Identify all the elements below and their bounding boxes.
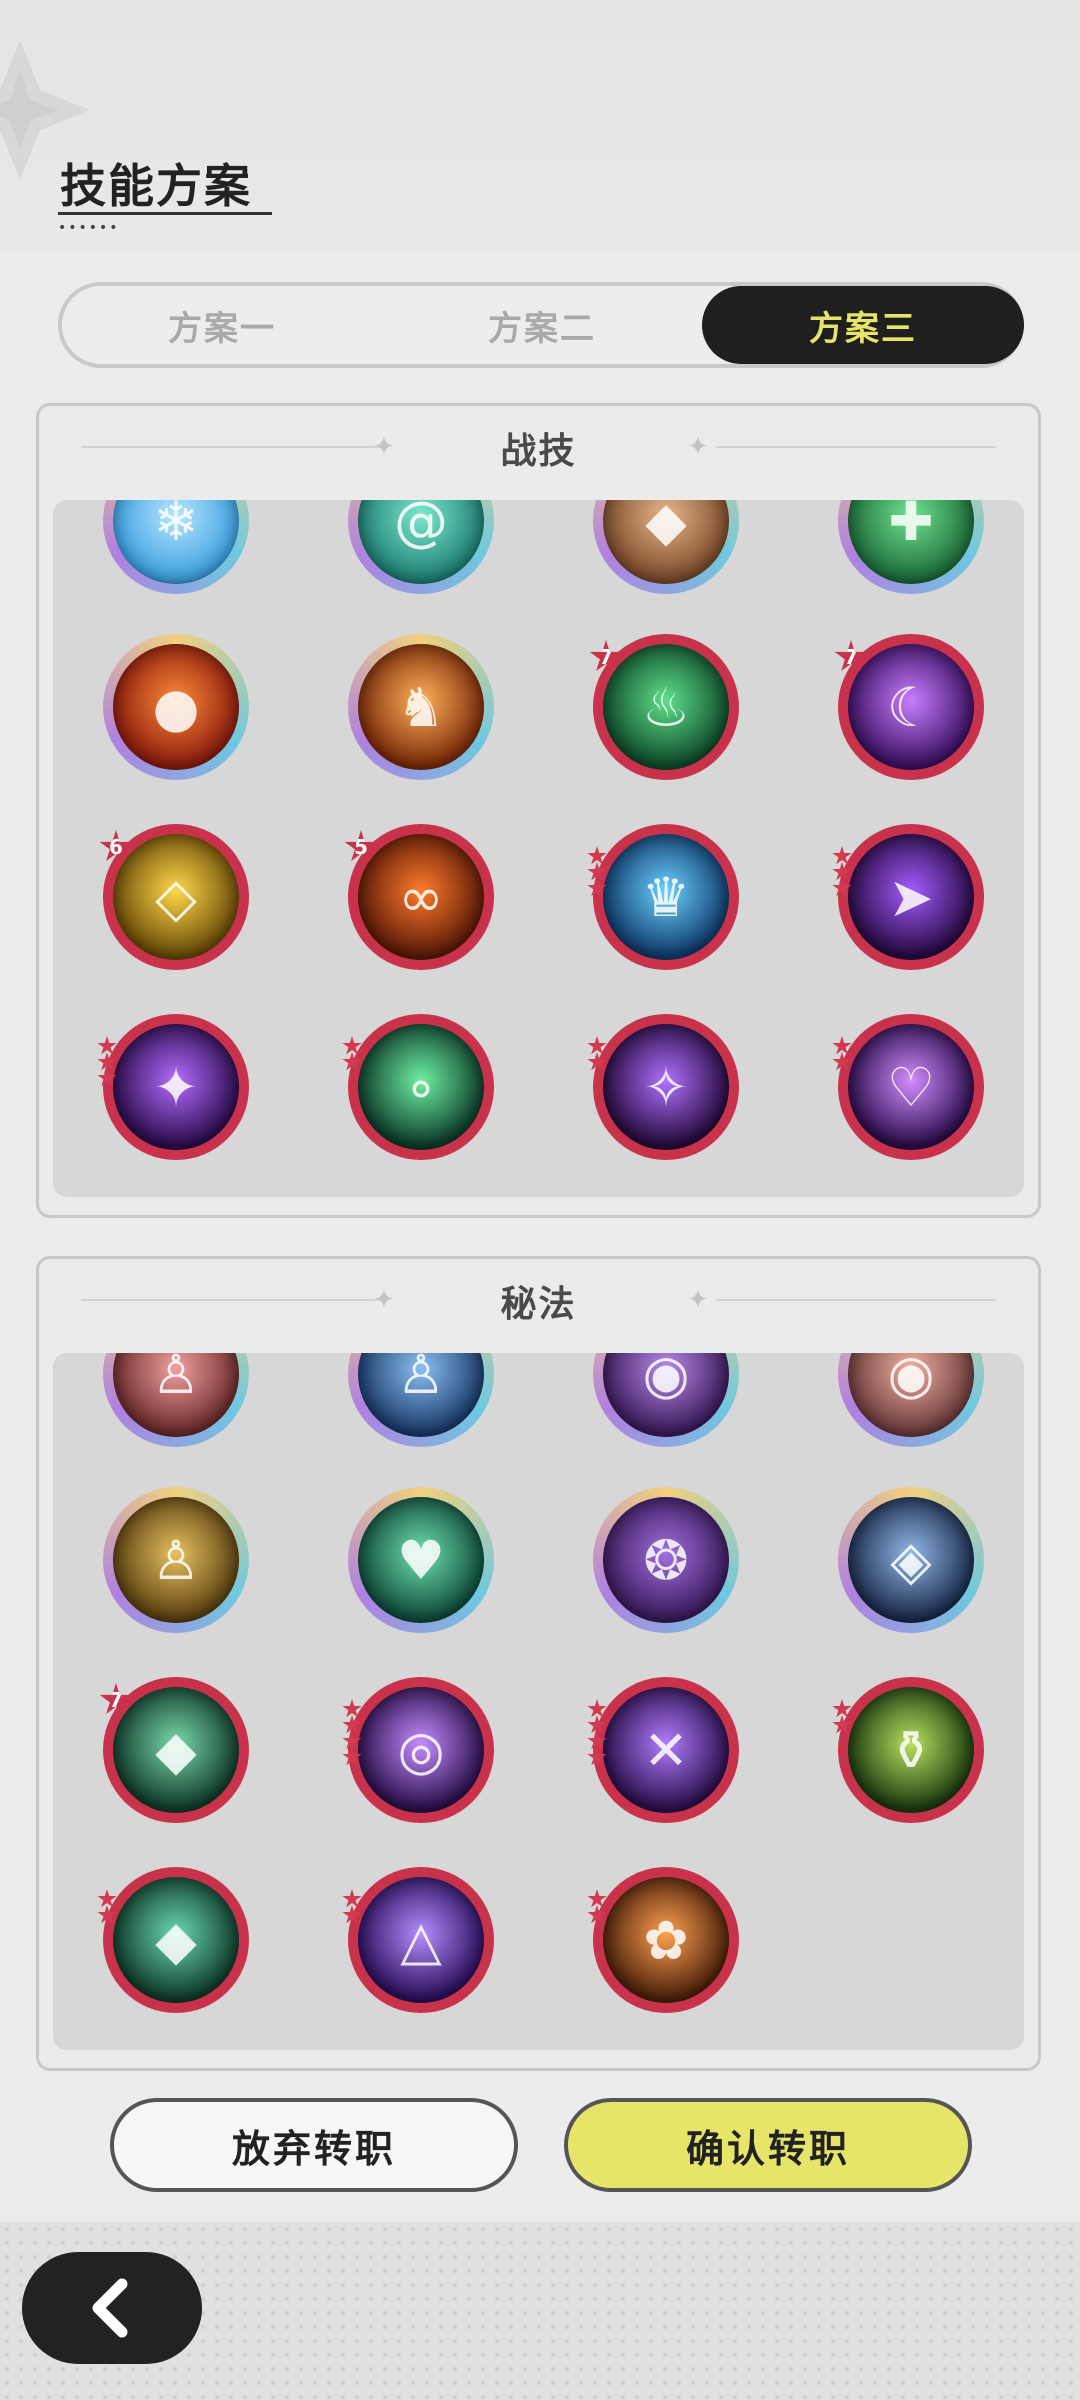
- title-underline: [58, 212, 272, 215]
- combat-skill-slot[interactable]: ♨ 7: [589, 634, 739, 780]
- star-rank: [587, 1889, 609, 1924]
- shadow-slash-icon: ➤: [888, 865, 934, 929]
- combat-skill-slot[interactable]: ✦: [97, 1014, 249, 1160]
- star-rank: [587, 846, 609, 897]
- star-rank: [832, 1699, 854, 1734]
- secret-skill-slot[interactable]: ◆ 7: [99, 1677, 249, 1823]
- gold-pray-icon: ♙: [151, 1528, 201, 1592]
- secret-skill-slot[interactable]: ◎: [342, 1677, 494, 1823]
- star-rank: [832, 846, 854, 897]
- star-rank: [342, 1889, 364, 1924]
- combat-skill-slot[interactable]: ♞: [348, 634, 494, 780]
- abandon-job-change-button[interactable]: 放弃转职: [110, 2098, 518, 2192]
- blue-gem-icon: ◈: [890, 1528, 932, 1592]
- secret-skill-slot[interactable]: ✿: [587, 1867, 739, 2013]
- star-rank: [587, 1699, 609, 1766]
- scheme-tabs: 方案一 方案二 方案三: [58, 282, 1024, 368]
- wind-vortex-icon: @: [394, 500, 448, 553]
- purple-blade-icon: ✕: [643, 1718, 689, 1782]
- page-title: 技能方案: [60, 159, 252, 213]
- combat-skills-panel: ✦ 战技 ✦ ❄ @ ◆ ✚ ● ♞ ♨ 7 ☾ 7 ◇ 6 ∞ 5 ♛ ➤ ✦ ∘ ✧ ♡: [36, 403, 1041, 1218]
- sparkle-icon: ✦: [687, 432, 709, 462]
- combat-skill-grid: ❄ @ ◆ ✚ ● ♞ ♨ 7 ☾ 7 ◇ 6 ∞ 5 ♛ ➤ ✦ ∘ ✧ ♡: [53, 500, 1024, 1197]
- title-dots: ••••••: [58, 220, 120, 236]
- secret-skill-slot[interactable]: △: [342, 1867, 494, 2013]
- combat-skill-slot[interactable]: ◆: [593, 500, 739, 594]
- secret-skill-slot[interactable]: ♙: [103, 1353, 249, 1447]
- panel-header: ✦ 战技 ✦: [39, 406, 1038, 492]
- secret-skills-panel: ✦ 秘法 ✦ ♙ ♙ ◉ ◉ ♙ ♥ ❂ ◈ ◆ 7 ◎ ✕ ⚱ ◆ △ ✿: [36, 1256, 1041, 2071]
- combat-skill-slot[interactable]: ∞ 5: [344, 824, 494, 970]
- divider-line: [716, 1299, 996, 1301]
- divider-line: [716, 446, 996, 448]
- secret-skill-slot[interactable]: ◉: [838, 1353, 984, 1447]
- green-heart-icon: ♥: [396, 1528, 446, 1592]
- combat-skill-slot[interactable]: ✚: [838, 500, 984, 594]
- secret-skill-slot[interactable]: ◆: [97, 1867, 249, 2013]
- combat-skill-slot[interactable]: ♡: [832, 1014, 984, 1160]
- combat-skill-slot[interactable]: ♛: [587, 824, 739, 970]
- combat-skill-slot[interactable]: ∘: [342, 1014, 494, 1160]
- secret-skill-slot[interactable]: ⚱: [832, 1677, 984, 1823]
- secret-skill-slot[interactable]: ♥: [348, 1487, 494, 1633]
- arcane-sigil-icon: ✧: [643, 1055, 689, 1119]
- tab-scheme-1[interactable]: 方案一: [62, 286, 382, 364]
- fireball-icon: ●: [152, 675, 200, 739]
- green-potion-icon: ⚱: [888, 1718, 934, 1782]
- combat-skill-slot[interactable]: ☾ 7: [834, 634, 984, 780]
- purple-triangle-icon: △: [400, 1908, 442, 1972]
- secret-skill-grid: ♙ ♙ ◉ ◉ ♙ ♥ ❂ ◈ ◆ 7 ◎ ✕ ⚱ ◆ △ ✿: [53, 1353, 1024, 2050]
- tab-scheme-2[interactable]: 方案二: [382, 286, 702, 364]
- arcane-bolt-icon: ✦: [153, 1055, 199, 1119]
- arcane-wings-icon: ♡: [886, 1055, 936, 1119]
- pink-orb-icon: ◉: [887, 1353, 935, 1406]
- header: 技能方案 ••••••: [0, 0, 1080, 250]
- combat-skill-slot[interactable]: ◇ 6: [99, 824, 249, 970]
- purple-eye-icon: ◎: [397, 1718, 445, 1782]
- earth-rock-icon: ◆: [645, 500, 687, 553]
- orange-flower-icon: ✿: [643, 1908, 689, 1972]
- fire-wolf-icon: ♞: [396, 675, 446, 739]
- star-rank: [587, 1036, 609, 1071]
- star-rank: [342, 1036, 364, 1071]
- panel-header: ✦ 秘法 ✦: [39, 1259, 1038, 1345]
- secret-skill-slot[interactable]: ✕: [587, 1677, 739, 1823]
- red-spirit-icon: ♙: [151, 1353, 201, 1406]
- confirm-job-change-button[interactable]: 确认转职: [564, 2098, 972, 2192]
- secret-section-title: 秘法: [500, 1284, 577, 1325]
- combat-skill-slot[interactable]: ❄: [103, 500, 249, 594]
- star-rank: [342, 1699, 364, 1766]
- purple-orb-icon: ◉: [642, 1353, 690, 1406]
- chevron-left-icon: [92, 2278, 128, 2338]
- star-rank: [832, 1036, 854, 1071]
- ice-burst-icon: ❄: [153, 500, 199, 553]
- sparkle-icon: ✦: [687, 1285, 709, 1315]
- heal-plus-icon: ✚: [888, 500, 934, 553]
- combat-skill-slot[interactable]: ●: [103, 634, 249, 780]
- secret-skill-slot[interactable]: ♙: [348, 1353, 494, 1447]
- purple-rune-icon: ❂: [643, 1528, 689, 1592]
- secret-skill-slot[interactable]: ◉: [593, 1353, 739, 1447]
- secret-skill-slot[interactable]: ♙: [103, 1487, 249, 1633]
- green-rock-icon: ◆: [155, 1908, 197, 1972]
- back-button[interactable]: [22, 2252, 202, 2364]
- nature-bubbles-icon: ∘: [404, 1055, 438, 1119]
- combat-skill-slot[interactable]: ✧: [587, 1014, 739, 1160]
- star-rank: [97, 1036, 119, 1087]
- combat-skill-slot[interactable]: ➤: [832, 824, 984, 970]
- combat-skill-slot[interactable]: @: [348, 500, 494, 594]
- ice-golem-icon: ♛: [641, 865, 691, 929]
- secret-skill-slot[interactable]: ◈: [838, 1487, 984, 1633]
- secret-skill-slot[interactable]: ❂: [593, 1487, 739, 1633]
- combat-section-title: 战技: [500, 431, 577, 472]
- blue-spirit-icon: ♙: [396, 1353, 446, 1406]
- tab-scheme-3[interactable]: 方案三: [702, 286, 1024, 364]
- star-rank: [97, 1889, 119, 1924]
